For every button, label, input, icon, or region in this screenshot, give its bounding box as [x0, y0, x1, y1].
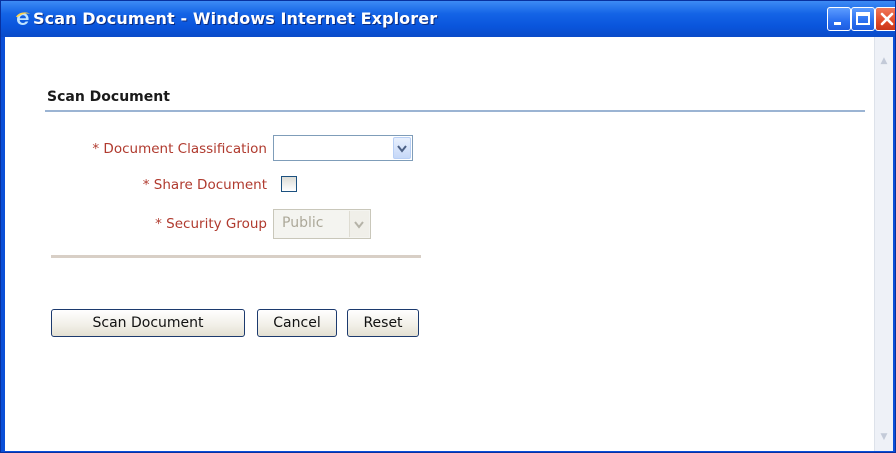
minimize-button[interactable]	[827, 7, 851, 31]
page-content: ▲ ▼ Scan Document * Document Classificat…	[5, 37, 893, 451]
chevron-down-icon	[354, 221, 364, 229]
share-document-label: * Share Document	[142, 177, 267, 193]
maximize-icon	[856, 12, 870, 25]
chevron-down-icon	[397, 145, 407, 153]
security-group-value: Public	[282, 215, 324, 231]
minimize-icon	[834, 22, 841, 25]
security-group-label: * Security Group	[155, 216, 267, 232]
close-icon	[880, 12, 894, 26]
form-divider	[51, 255, 421, 258]
dropdown-button-disabled	[349, 211, 369, 237]
document-classification-select[interactable]	[273, 135, 413, 161]
scroll-up-icon[interactable]: ▲	[876, 53, 892, 69]
scroll-down-icon[interactable]: ▼	[876, 429, 892, 445]
document-classification-label: * Document Classification	[92, 141, 267, 157]
section-title: Scan Document	[47, 89, 170, 105]
maximize-button[interactable]	[851, 7, 875, 31]
reset-button[interactable]: Reset	[347, 309, 419, 337]
internet-explorer-icon	[15, 11, 31, 27]
share-document-checkbox[interactable]	[281, 176, 297, 192]
vertical-scrollbar[interactable]: ▲ ▼	[874, 37, 893, 451]
scan-document-button[interactable]: Scan Document	[51, 309, 245, 337]
title-bar[interactable]: Scan Document - Windows Internet Explore…	[1, 1, 895, 37]
section-divider	[45, 110, 865, 112]
window-title: Scan Document - Windows Internet Explore…	[33, 9, 438, 28]
close-button[interactable]	[875, 7, 895, 31]
security-group-select[interactable]: Public	[273, 209, 371, 239]
dropdown-button[interactable]	[393, 137, 411, 159]
browser-window: Scan Document - Windows Internet Explore…	[0, 0, 896, 453]
cancel-button[interactable]: Cancel	[257, 309, 337, 337]
